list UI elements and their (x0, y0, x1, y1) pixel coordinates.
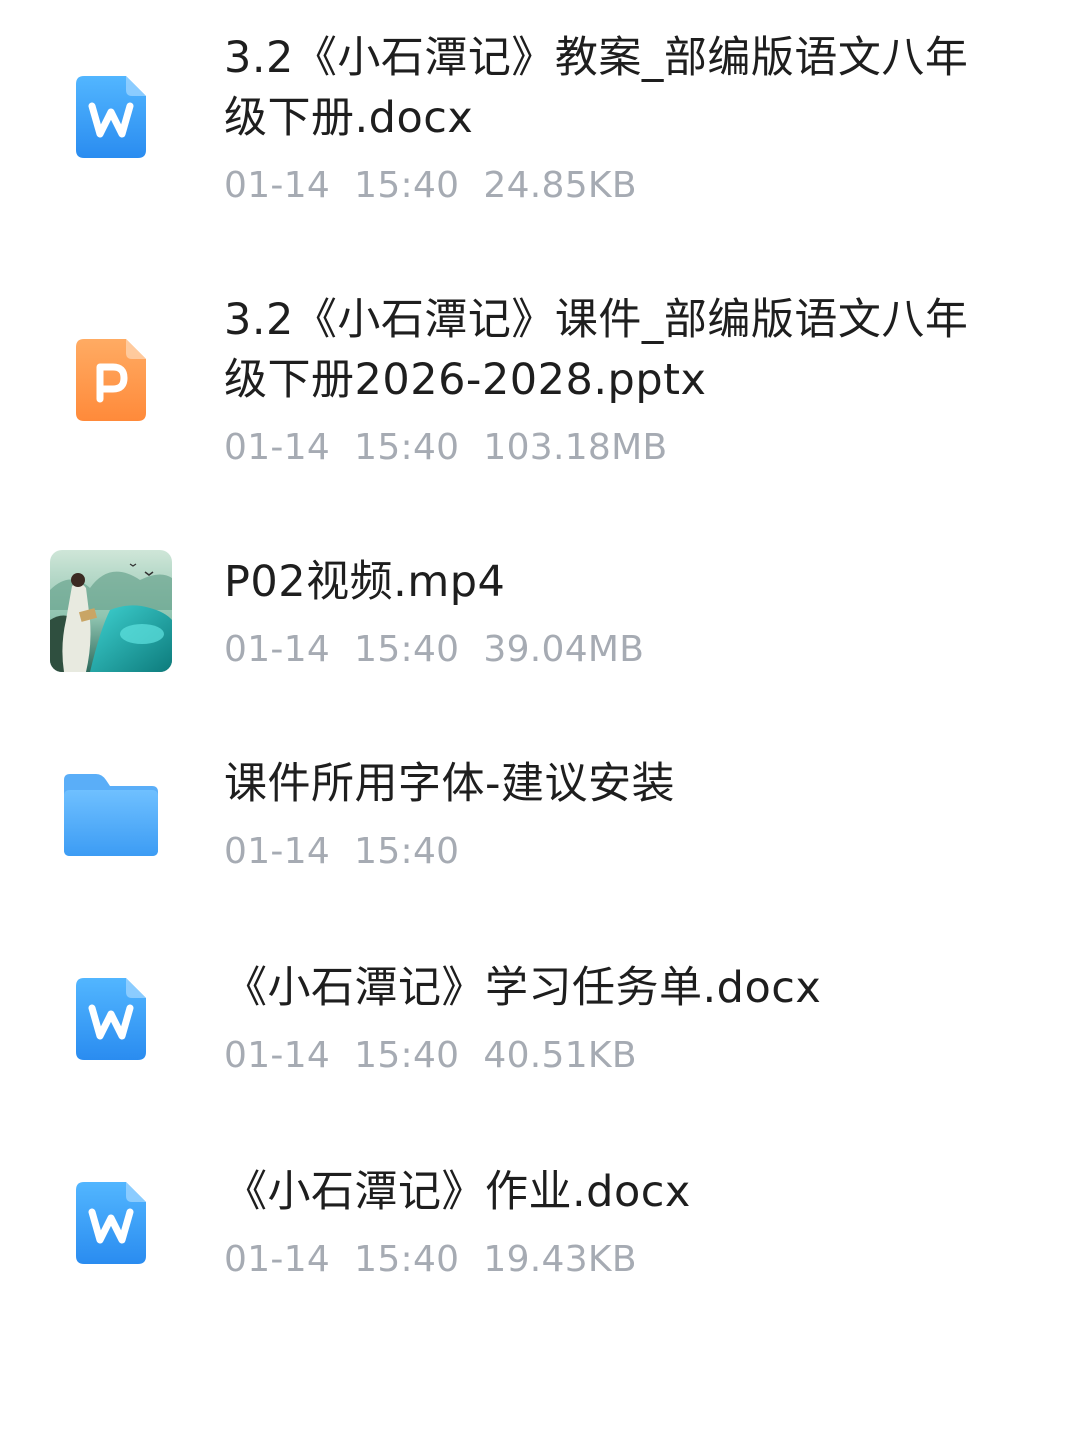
file-name: 《小石潭记》学习任务单.docx (224, 963, 822, 1013)
file-time: 15:40 (354, 427, 460, 468)
file-size: 19.43KB (483, 1239, 637, 1280)
file-time: 15:40 (354, 1035, 460, 1076)
folder-row-fonts[interactable]: 课件所用字体-建议安装 01-14 15:40 (0, 724, 1080, 934)
word-doc-icon (46, 1158, 176, 1288)
file-time: 15:40 (354, 629, 460, 670)
word-doc-icon (46, 954, 176, 1084)
file-meta: 01-14 15:40 103.18MB (224, 426, 691, 470)
file-size: 103.18MB (483, 427, 668, 468)
file-date: 01-14 (224, 1035, 331, 1076)
file-meta: 01-14 15:40 39.04MB (224, 628, 668, 672)
file-row-pptx-courseware[interactable]: 3.2《小石潭记》课件_部编版语文八年级下册2026-2028.pptx 01-… (0, 262, 1080, 524)
file-time: 15:40 (354, 831, 460, 872)
folder-name: 课件所用字体-建议安装 (224, 759, 676, 809)
file-name: 3.2《小石潭记》课件_部编版语文八年级下册2026-2028.pptx (224, 295, 969, 405)
file-meta: 01-14 15:40 40.51KB (224, 1034, 661, 1078)
file-name: P02视频.mp4 (224, 557, 506, 607)
file-name: 《小石潭记》作业.docx (224, 1167, 691, 1217)
file-size: 39.04MB (483, 629, 645, 670)
file-date: 01-14 (224, 629, 331, 670)
file-meta: 01-14 15:40 (224, 830, 483, 874)
file-row-docx-homework[interactable]: 《小石潭记》作业.docx 01-14 15:40 19.43KB (0, 1138, 1080, 1342)
file-date: 01-14 (224, 165, 331, 206)
file-meta: 01-14 15:40 24.85KB (224, 164, 661, 208)
file-row-docx-task-sheet[interactable]: 《小石潭记》学习任务单.docx 01-14 15:40 40.51KB (0, 934, 1080, 1138)
powerpoint-icon (46, 315, 176, 445)
word-doc-icon (46, 52, 176, 182)
file-size: 40.51KB (483, 1035, 637, 1076)
file-row-docx-lesson-plan[interactable]: 3.2《小石潭记》教案_部编版语文八年级下册.docx 01-14 15:40 24… (0, 0, 1080, 262)
folder-icon (46, 750, 176, 880)
file-time: 15:40 (354, 165, 460, 206)
file-time: 15:40 (354, 1239, 460, 1280)
file-name: 3.2《小石潭记》教案_部编版语文八年级下册.docx (224, 33, 969, 143)
file-date: 01-14 (224, 831, 331, 872)
file-date: 01-14 (224, 427, 331, 468)
file-date: 01-14 (224, 1239, 331, 1280)
file-size: 24.85KB (483, 165, 637, 206)
file-row-mp4-video[interactable]: P02视频.mp4 01-14 15:40 39.04MB (0, 524, 1080, 724)
video-thumbnail-wrap (46, 546, 176, 676)
file-meta: 01-14 15:40 19.43KB (224, 1238, 661, 1282)
video-thumbnail (50, 550, 172, 672)
